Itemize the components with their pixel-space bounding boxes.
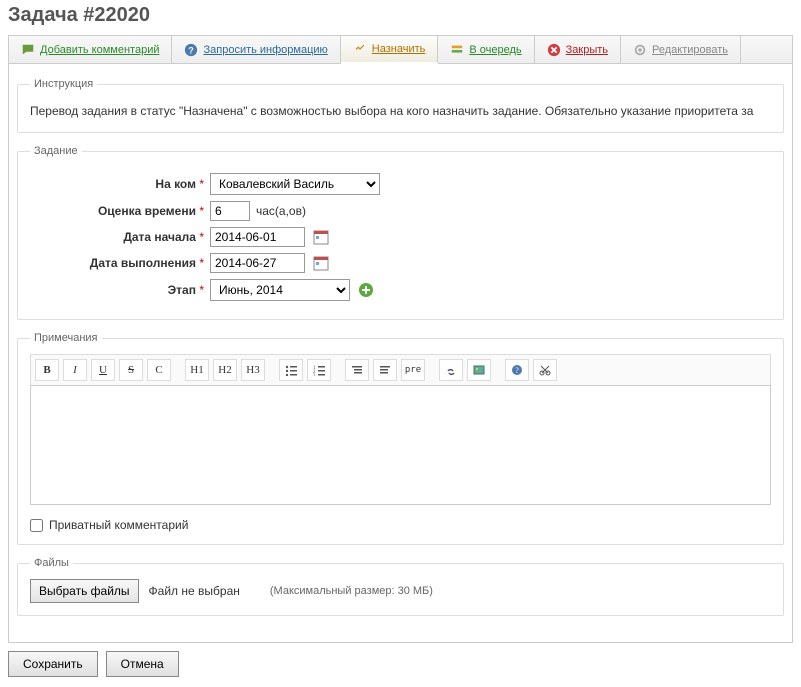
tab-request-info[interactable]: ? Запросить информацию — [172, 36, 340, 63]
info-icon: ? — [184, 43, 198, 57]
quote-icon — [351, 364, 363, 376]
task-fieldset: Задание На ком * Ковалевский Василь Оцен… — [17, 145, 784, 320]
notes-fieldset: Примечания B I U S C H1 H2 H3 123 pre ? — [17, 332, 784, 545]
tab-queue[interactable]: В очередь — [438, 36, 534, 63]
notes-textarea[interactable] — [30, 385, 771, 505]
content-panel: Инструкция Перевод задания в статус "Наз… — [8, 64, 793, 643]
max-size-label: (Максимальный размер: 30 МБ) — [270, 585, 433, 597]
strike-button[interactable]: S — [119, 359, 143, 381]
bottom-buttons: Сохранить Отмена — [8, 651, 793, 677]
ul-button[interactable] — [279, 359, 303, 381]
underline-button[interactable]: U — [91, 359, 115, 381]
bold-button[interactable]: B — [35, 359, 59, 381]
tab-close[interactable]: Закрыть — [535, 36, 621, 63]
unquote-icon — [379, 364, 391, 376]
ol-button[interactable]: 123 — [307, 359, 331, 381]
svg-text:?: ? — [189, 45, 194, 55]
tab-edit[interactable]: Редактировать — [621, 36, 741, 63]
stage-select[interactable]: Июнь, 2014 — [210, 279, 350, 301]
scissors-icon — [539, 364, 551, 376]
h1-button[interactable]: H1 — [185, 359, 209, 381]
file-status: Файл не выбран — [149, 584, 240, 598]
comment-icon — [21, 43, 35, 57]
quote-button[interactable] — [345, 359, 369, 381]
save-button[interactable]: Сохранить — [8, 651, 98, 677]
cut-button[interactable] — [533, 359, 557, 381]
calendar-icon — [313, 229, 329, 245]
h2-button[interactable]: H2 — [213, 359, 237, 381]
tab-queue-label: В очередь — [469, 44, 521, 56]
label-estimate: Оценка времени * — [30, 204, 210, 218]
due-date-input[interactable] — [210, 253, 305, 273]
queue-icon — [450, 43, 464, 57]
files-legend: Файлы — [30, 557, 73, 569]
instruction-legend: Инструкция — [30, 78, 97, 90]
svg-text:3: 3 — [313, 374, 316, 376]
tab-add-comment-label: Добавить комментарий — [40, 44, 159, 56]
label-assignee: На ком * — [30, 177, 210, 191]
tab-request-info-label: Запросить информацию — [203, 44, 327, 56]
task-legend: Задание — [30, 145, 82, 157]
estimate-input[interactable] — [210, 201, 250, 221]
start-date-input[interactable] — [210, 227, 305, 247]
editor-toolbar: B I U S C H1 H2 H3 123 pre ? — [30, 354, 771, 385]
tab-add-comment[interactable]: Добавить комментарий — [9, 36, 172, 63]
list-ol-icon: 123 — [313, 364, 325, 376]
estimate-unit: час(а,ов) — [256, 204, 306, 218]
hand-icon — [353, 42, 367, 56]
close-icon — [547, 43, 561, 57]
action-tabs: Добавить комментарий ? Запросить информа… — [8, 35, 793, 64]
pre-button[interactable]: pre — [401, 359, 425, 381]
due-date-calendar-button[interactable] — [313, 255, 329, 271]
instruction-fieldset: Инструкция Перевод задания в статус "Наз… — [17, 78, 784, 133]
assignee-select[interactable]: Ковалевский Василь — [210, 173, 380, 195]
start-date-calendar-button[interactable] — [313, 229, 329, 245]
private-checkbox[interactable] — [30, 519, 43, 532]
list-ul-icon — [285, 364, 297, 376]
image-icon — [473, 364, 485, 376]
help-button[interactable]: ? — [505, 359, 529, 381]
notes-legend: Примечания — [30, 332, 102, 344]
instruction-text: Перевод задания в статус "Назначена" с в… — [30, 100, 771, 120]
files-fieldset: Файлы Выбрать файлы Файл не выбран (Макс… — [17, 557, 784, 616]
link-button[interactable] — [439, 359, 463, 381]
svg-text:?: ? — [515, 366, 519, 375]
label-start-date: Дата начала * — [30, 230, 210, 244]
code-button[interactable]: C — [147, 359, 171, 381]
choose-files-button[interactable]: Выбрать файлы — [30, 579, 139, 603]
cancel-button[interactable]: Отмена — [106, 651, 179, 677]
link-icon — [445, 364, 457, 376]
image-button[interactable] — [467, 359, 491, 381]
h3-button[interactable]: H3 — [241, 359, 265, 381]
page-title: Задача #22020 — [0, 0, 801, 35]
private-label: Приватный комментарий — [49, 518, 188, 532]
tab-assign[interactable]: Назначить — [341, 36, 439, 64]
tab-assign-label: Назначить — [372, 43, 426, 55]
label-due-date: Дата выполнения * — [30, 256, 210, 270]
tab-close-label: Закрыть — [566, 44, 608, 56]
gear-icon — [633, 43, 647, 57]
italic-button[interactable]: I — [63, 359, 87, 381]
tab-edit-label: Редактировать — [652, 44, 728, 56]
plus-icon — [358, 282, 374, 298]
label-stage: Этап * — [30, 283, 210, 297]
unquote-button[interactable] — [373, 359, 397, 381]
calendar-icon — [313, 255, 329, 271]
add-stage-button[interactable] — [358, 282, 374, 298]
help-icon: ? — [511, 364, 523, 376]
